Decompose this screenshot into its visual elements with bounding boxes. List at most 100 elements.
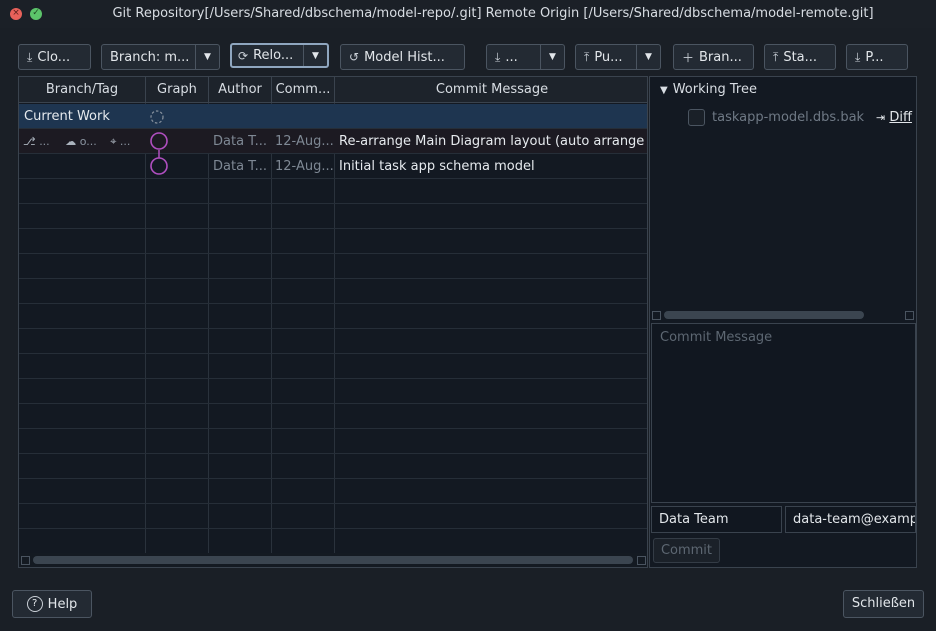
push-label: Pu... (594, 49, 623, 65)
commit-table: Branch/Tag Graph Author Comm... Commit M… (18, 76, 648, 568)
branch-icon: ⎇ (23, 135, 36, 148)
question-icon: ? (26, 596, 43, 612)
diff-link[interactable]: ⇥ Diff (876, 110, 912, 125)
clone-label: Clo... (37, 49, 71, 65)
date-cell: 12-Aug... (275, 134, 333, 149)
author-cell: Data T... (213, 134, 267, 149)
branch-dropdown[interactable]: Branch: m... ▼ (101, 44, 220, 70)
push-button[interactable]: ⤒ Pu... ▼ (575, 44, 661, 70)
branch-tag-local: ... (39, 135, 50, 148)
history-icon: ↺ (349, 50, 360, 64)
download-icon: ⤓ (855, 49, 861, 64)
chevron-down-icon[interactable]: ▼ (303, 45, 327, 66)
model-history-button[interactable]: ↺ Model Hist... (340, 44, 465, 70)
right-panel: ▼ Working Tree taskapp-model.dbs.bak ⇥ Di… (649, 76, 917, 568)
history-label: Model Hist... (364, 49, 445, 65)
stash-label: Sta... (783, 49, 818, 65)
reload-main[interactable]: ⟳ Relo... (232, 45, 303, 66)
column-header-date[interactable]: Comm... (272, 77, 335, 103)
window-title: Git Repository[/Users/Shared/dbschema/mo… (112, 6, 874, 21)
empty-row (19, 479, 647, 504)
reload-label: Relo... (253, 48, 294, 63)
empty-row (19, 304, 647, 329)
target-icon: ⌖ (110, 135, 117, 148)
graph-node-icon[interactable] (150, 157, 168, 175)
commit-button[interactable]: Commit (653, 538, 720, 563)
horizontal-scrollbar[interactable] (19, 553, 647, 567)
pull-button[interactable]: ⤓ P... (846, 44, 908, 70)
scroll-right-icon[interactable] (637, 556, 646, 565)
tree-horizontal-scrollbar[interactable] (650, 309, 916, 321)
help-button[interactable]: ? Help (12, 590, 92, 618)
empty-row (19, 379, 647, 404)
triangle-down-icon[interactable]: ▼ (660, 85, 668, 96)
table-row[interactable]: ⎇ ... ☁ o... ⌖ ... Data T... 12-Aug... R… (19, 129, 647, 154)
title-bar: × ✓ Git Repository[/Users/Shared/dbschem… (0, 0, 936, 28)
branch-select[interactable]: Branch: m... (102, 45, 195, 69)
pull-label: P... (865, 49, 884, 65)
working-tree-file[interactable]: taskapp-model.dbs.bak (688, 109, 864, 126)
window-zoom-button[interactable]: ✓ (30, 8, 42, 20)
scroll-left-icon[interactable] (652, 311, 661, 320)
fetch-main[interactable]: ⤓... (487, 45, 540, 69)
window-close-button[interactable]: × (10, 8, 22, 20)
download-icon: ⤓ (495, 49, 501, 64)
current-work-row[interactable]: Current Work (19, 104, 647, 129)
empty-row (19, 254, 647, 279)
date-cell: 12-Aug... (275, 159, 333, 174)
chevron-down-icon[interactable]: ▼ (540, 45, 564, 69)
column-header-message[interactable]: Commit Message (335, 77, 647, 103)
download-icon: ⤓ (27, 49, 33, 64)
chevron-down-icon[interactable]: ▼ (636, 45, 660, 69)
fetch-button[interactable]: ⤓... ▼ (486, 44, 565, 70)
column-header-graph[interactable]: Graph (146, 77, 209, 103)
new-branch-button[interactable]: ＋ Bran... (673, 44, 754, 70)
empty-row (19, 204, 647, 229)
pending-node-icon (150, 110, 164, 124)
upload-icon: ⤒ (773, 49, 779, 64)
empty-row (19, 454, 647, 479)
help-label: Help (47, 596, 78, 612)
reload-button[interactable]: ⟳ Relo... ▼ (230, 43, 329, 68)
commit-message-placeholder: Commit Message (660, 330, 773, 345)
graph-node-icon[interactable] (150, 132, 168, 150)
author-name-field[interactable]: Data Team (651, 506, 782, 533)
push-main[interactable]: ⤒ Pu... (576, 45, 636, 69)
empty-row (19, 279, 647, 304)
refresh-icon: ⟳ (238, 48, 249, 63)
scroll-right-icon[interactable] (905, 311, 914, 320)
empty-row (19, 504, 647, 529)
author-cell: Data T... (213, 159, 267, 174)
upload-icon: ⤒ (584, 49, 590, 64)
diff-icon: ⇥ (876, 111, 886, 124)
close-button[interactable]: Schließen (843, 590, 924, 618)
message-cell: Re-arrange Main Diagram layout (auto arr… (339, 134, 645, 149)
table-header: Branch/Tag Graph Author Comm... Commit M… (19, 77, 647, 103)
file-checkbox[interactable] (688, 109, 705, 126)
branch-tag-head: ... (119, 135, 131, 148)
scrollbar-thumb[interactable] (664, 311, 864, 319)
column-header-branch[interactable]: Branch/Tag (19, 77, 146, 103)
cloud-icon: ☁ (65, 135, 77, 148)
empty-row (19, 354, 647, 379)
close-icon: × (12, 8, 20, 18)
table-row[interactable]: Data T... 12-Aug... Initial task app sch… (19, 154, 647, 179)
commit-graph (150, 132, 168, 175)
working-tree-label: Working Tree (672, 82, 757, 97)
chevron-down-icon[interactable]: ▼ (195, 45, 219, 69)
clone-button[interactable]: ⤓ Clo... (18, 44, 91, 70)
new-branch-label: Bran... (699, 49, 742, 65)
plus-icon: ＋ (682, 50, 695, 65)
commit-message-input[interactable]: Commit Message (651, 323, 916, 503)
column-header-author[interactable]: Author (209, 77, 272, 103)
empty-row (19, 179, 647, 204)
working-tree-header[interactable]: ▼ Working Tree (660, 82, 757, 97)
empty-row (19, 429, 647, 454)
empty-row (19, 404, 647, 429)
scrollbar-thumb[interactable] (33, 556, 633, 564)
branch-tag-origin: o... (79, 135, 97, 148)
scroll-left-icon[interactable] (21, 556, 30, 565)
stash-button[interactable]: ⤒ Sta... (764, 44, 836, 70)
author-email-field[interactable]: data-team@examp (785, 506, 916, 533)
file-name: taskapp-model.dbs.bak (712, 110, 865, 125)
